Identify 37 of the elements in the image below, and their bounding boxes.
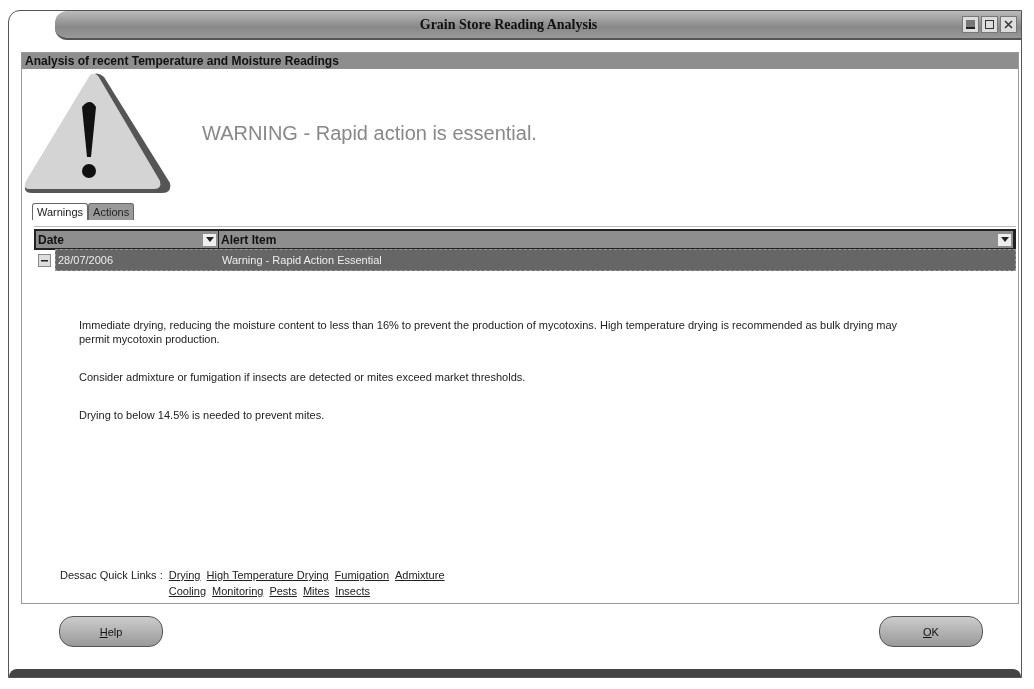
close-button[interactable] [1000,16,1017,33]
close-icon [1004,20,1013,29]
tab[interactable]: Warnings [32,203,89,220]
ok-button[interactable]: OK [879,616,983,647]
quick-links-label: Dessac Quick Links : [60,569,163,583]
quick-link[interactable]: High Temperature Drying [206,569,329,581]
quick-link[interactable]: Insects [335,585,371,597]
dropdown-button[interactable] [203,233,216,246]
table-cell-text: Warning - Rapid Action Essential [221,254,382,266]
quick-link[interactable]: Admixture [395,569,445,581]
maximize-icon [985,20,994,29]
caret-down-icon [1000,237,1009,242]
maximize-button[interactable] [981,16,998,33]
advice-text: Drying to below 14.5% is needed to prevent mites. [79,408,326,422]
collapse-toggle[interactable] [38,253,51,267]
quick-link[interactable]: Mites [302,585,330,597]
table-cell-text: 28/07/2006 [57,254,115,266]
column-header[interactable]: Date [38,232,64,247]
advice-text: Consider admixture or fumigation if insects are detected or mites exceed market thresholds. [79,370,527,384]
quick-link[interactable]: Monitoring [212,585,264,597]
advice-text: Immediate drying, reducing the moisture content to less than 16% to prevent the production of mycotoxins. High temperature drying is recommended as bulk drying may permit mycotoxin production. [79,318,899,346]
table-row[interactable]: 28/07/2006 Warning - Rapid Action Essential [55,249,1016,271]
minimize-button[interactable] [962,16,979,33]
quick-link[interactable]: Pests [269,585,297,597]
dropdown-button[interactable] [998,233,1011,246]
tab[interactable]: Actions [88,203,135,220]
warning-headline: WARNING - Rapid action is essential. [202,121,537,145]
quick-link[interactable]: Drying [168,569,201,581]
column-header[interactable]: Alert Item [221,232,277,247]
caret-down-icon [205,237,214,242]
minimize-icon [966,20,975,29]
warning-icon [22,71,172,195]
window-title: Grain Store Reading Analysis [418,16,599,33]
quick-link[interactable]: Fumigation [334,569,389,581]
panel-title: Analysis of recent Temperature and Moisture Readings [22,53,1018,69]
quick-link[interactable]: Cooling [168,585,206,597]
help-button[interactable]: Help [59,616,163,647]
